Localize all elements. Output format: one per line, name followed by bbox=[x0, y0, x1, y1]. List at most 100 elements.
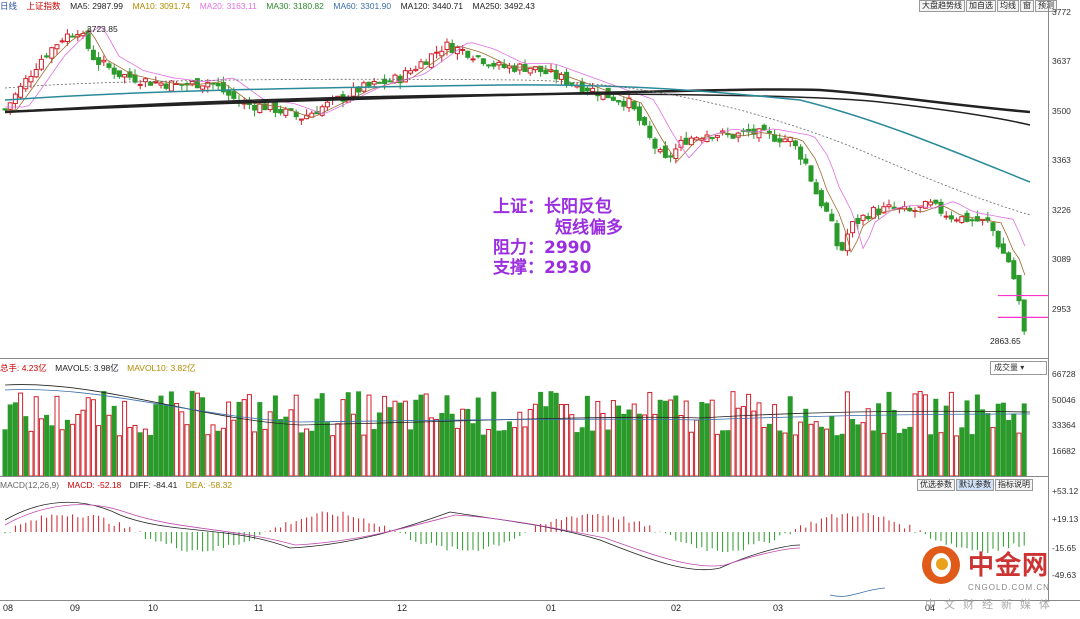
volume-bar bbox=[678, 414, 684, 477]
candle-body bbox=[371, 80, 377, 85]
volume-bar bbox=[1006, 420, 1012, 477]
month-label: 01 bbox=[546, 603, 557, 613]
volume-bar bbox=[824, 428, 830, 477]
candle-body bbox=[522, 63, 528, 72]
candle-body bbox=[943, 215, 949, 218]
candle-body bbox=[257, 103, 263, 114]
macd-params: MACD(12,26,9) bbox=[0, 480, 60, 490]
volume-bar bbox=[137, 432, 143, 477]
candle-body bbox=[1011, 260, 1017, 280]
volume-bar bbox=[1021, 403, 1027, 477]
macd-tick: +19.13 bbox=[1052, 514, 1079, 524]
volume-bar bbox=[756, 402, 762, 477]
candle-body bbox=[44, 55, 50, 58]
month-label: 08 bbox=[3, 603, 14, 613]
tab-optimized-params[interactable]: 优选参数 bbox=[917, 479, 955, 491]
volume-bar bbox=[907, 426, 913, 477]
volume-bar bbox=[148, 434, 154, 477]
volume-bar bbox=[933, 398, 939, 477]
candle-body bbox=[298, 118, 304, 121]
candle-body bbox=[460, 48, 466, 51]
candle-body bbox=[423, 61, 429, 65]
volume-tick: 50046 bbox=[1052, 395, 1076, 405]
volume-indicator-select[interactable]: 成交量 ▾ bbox=[990, 361, 1047, 375]
candle-body bbox=[96, 57, 102, 65]
candle-body bbox=[865, 215, 871, 220]
annotation-line-1: 上证：长阳反包 bbox=[493, 197, 612, 217]
month-label: 03 bbox=[773, 603, 784, 613]
volume-bar bbox=[444, 395, 450, 477]
price-tick: 3772 bbox=[1052, 7, 1071, 17]
volume-bar bbox=[75, 413, 81, 477]
volume-bar bbox=[18, 392, 24, 477]
candle-body bbox=[792, 140, 798, 147]
volume-bar bbox=[558, 403, 564, 477]
volume-bar bbox=[288, 409, 294, 477]
candle-body bbox=[444, 41, 450, 50]
volume-bar bbox=[33, 396, 39, 477]
volume-bar bbox=[855, 424, 861, 477]
candle-body bbox=[652, 138, 658, 149]
diff-value: DIFF: -84.41 bbox=[129, 480, 178, 490]
candle-body bbox=[870, 207, 876, 219]
volume-bar bbox=[267, 411, 273, 477]
volume-bar bbox=[231, 419, 237, 477]
volume-bar bbox=[1011, 413, 1017, 477]
volume-bar bbox=[865, 408, 871, 477]
tab-default-params[interactable]: 默认参数 bbox=[956, 479, 994, 491]
candle-body bbox=[1016, 275, 1022, 302]
volume-bar bbox=[725, 430, 731, 477]
volume-bar bbox=[475, 397, 481, 477]
volume-bar bbox=[766, 423, 772, 477]
candle-body bbox=[132, 74, 138, 83]
volume-bar bbox=[590, 430, 596, 477]
volume-tick: 33364 bbox=[1052, 420, 1076, 430]
tab-indicator-help[interactable]: 指标说明 bbox=[995, 479, 1033, 491]
candle-body bbox=[1021, 299, 1027, 332]
candle-body bbox=[610, 96, 616, 101]
volume-bar bbox=[980, 409, 986, 477]
candle-body bbox=[7, 102, 13, 110]
candle-body bbox=[938, 201, 944, 214]
candle-body bbox=[569, 82, 575, 85]
volume-bar bbox=[480, 434, 486, 477]
volume-bar bbox=[257, 402, 263, 477]
volume-bar bbox=[553, 392, 559, 477]
volume-bar bbox=[262, 428, 268, 477]
candle-body bbox=[839, 242, 845, 251]
volume-bar bbox=[876, 403, 882, 477]
volume-bar bbox=[870, 430, 876, 477]
candle-body bbox=[590, 87, 596, 93]
volume-bar bbox=[449, 413, 455, 477]
ma250-line bbox=[4, 93, 1031, 126]
volume-bar bbox=[777, 430, 783, 477]
volume-bar bbox=[226, 401, 232, 477]
volume-bar bbox=[241, 399, 247, 477]
volume-bar bbox=[803, 408, 809, 477]
candle-body bbox=[18, 85, 24, 98]
volume-bar bbox=[548, 391, 554, 477]
candle-body bbox=[491, 63, 497, 67]
volume-bar bbox=[106, 414, 112, 477]
mavol10: MAVOL10: 3.82亿 bbox=[127, 363, 196, 373]
candle-body bbox=[194, 78, 200, 89]
volume-bar bbox=[912, 393, 918, 477]
candle-body bbox=[964, 212, 970, 222]
volume-bar bbox=[387, 407, 393, 477]
candle-body bbox=[33, 69, 39, 78]
volume-bar bbox=[392, 400, 398, 477]
volume-bar bbox=[7, 404, 13, 477]
volume-bar bbox=[605, 429, 611, 477]
macd-tab-row: 优选参数 默认参数 指标说明 bbox=[916, 479, 1033, 491]
volume-bar bbox=[902, 428, 908, 477]
volume-bar bbox=[434, 419, 440, 477]
volume-bar bbox=[818, 426, 824, 477]
macd-value: MACD: -52.18 bbox=[67, 480, 122, 490]
volume-bar bbox=[668, 399, 674, 477]
volume-total: 总手: 4.23亿 bbox=[0, 363, 47, 373]
volume-bar bbox=[610, 400, 616, 477]
macd-tick: -15.65 bbox=[1052, 543, 1077, 553]
candle-body bbox=[137, 83, 143, 86]
volume-bar bbox=[345, 392, 351, 477]
volume-bar bbox=[28, 430, 34, 477]
